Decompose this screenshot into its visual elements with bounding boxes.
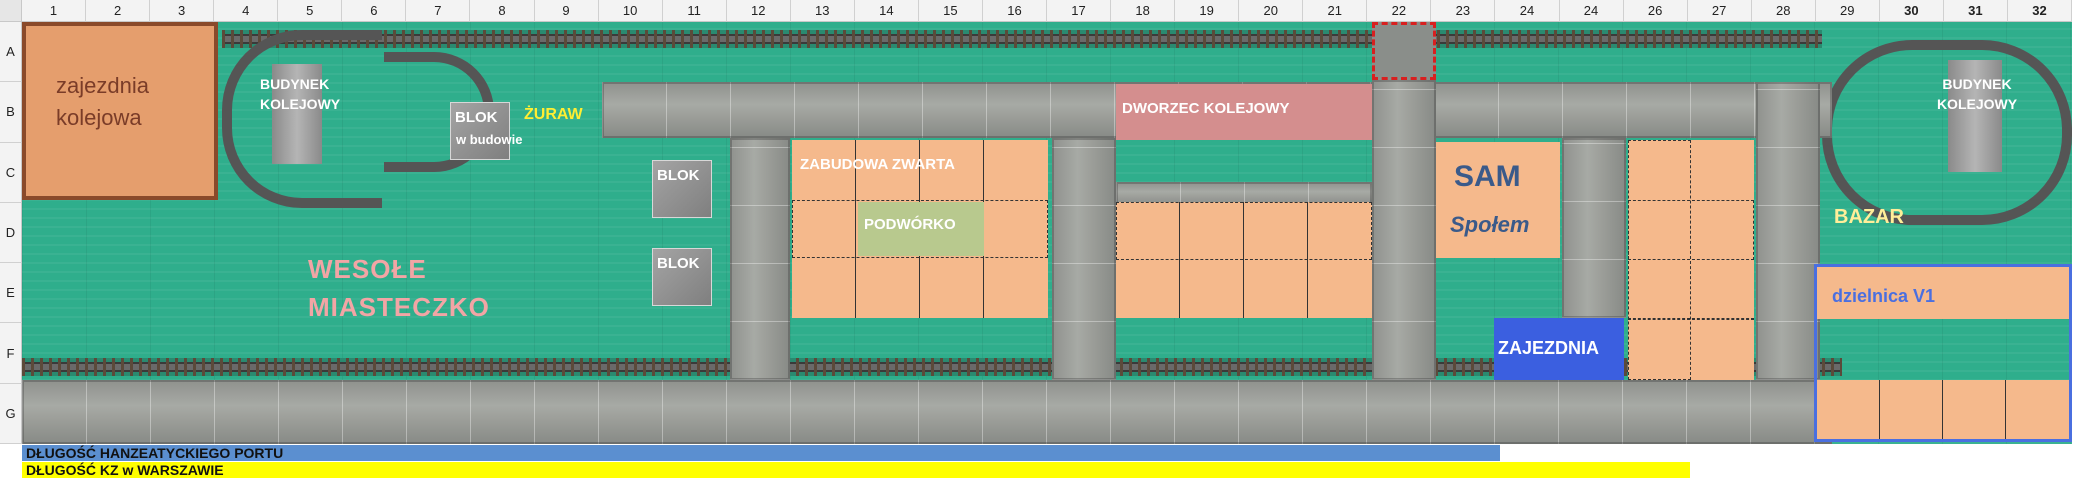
- plots-block-26-27-grid-v: [1628, 140, 1691, 380]
- road-col-22: [1372, 80, 1436, 380]
- column-header[interactable]: 23: [1431, 0, 1496, 22]
- column-header[interactable]: 8: [470, 0, 535, 22]
- row-header[interactable]: D: [0, 202, 22, 264]
- column-header[interactable]: 29: [1815, 0, 1880, 22]
- city-map[interactable]: zajezdnia kolejowa BUDYNEK KOLEJOWY BLOK…: [22, 22, 2072, 444]
- sam-store-sub: Społem: [1450, 212, 1530, 237]
- column-header[interactable]: 26: [1623, 0, 1688, 22]
- road-col-12: [730, 138, 790, 380]
- amusement-park-label-1: WESOŁE: [308, 254, 427, 284]
- select-all-corner[interactable]: [0, 0, 22, 22]
- column-header[interactable]: 14: [854, 0, 919, 22]
- road-row-g: [22, 380, 1832, 444]
- legend-kz-warsaw: DŁUGOŚĆ KZ w WARSZAWIE: [22, 462, 1690, 478]
- column-header[interactable]: 12: [726, 0, 791, 22]
- block-2-label: BLOK: [657, 255, 700, 272]
- railway-track-top: [222, 30, 1822, 48]
- block-1-label: BLOK: [657, 167, 700, 184]
- column-header[interactable]: 13: [790, 0, 855, 22]
- column-header[interactable]: 27: [1687, 0, 1752, 22]
- column-header[interactable]: 28: [1751, 0, 1816, 22]
- column-header[interactable]: 10: [598, 0, 663, 22]
- column-header[interactable]: 24: [1559, 0, 1624, 22]
- column-header[interactable]: 7: [406, 0, 471, 22]
- plots-block-26-27-grid-h1: [1628, 200, 1754, 260]
- rail-loop-right: [1822, 40, 2072, 225]
- plots-block-18-21-grid: [1116, 202, 1372, 260]
- block-in-construction-sub: w budowie: [456, 132, 523, 147]
- road-col-28: [1756, 82, 1820, 380]
- column-header[interactable]: 21: [1303, 0, 1368, 22]
- column-header[interactable]: 1: [22, 0, 87, 22]
- block-2[interactable]: BLOK: [652, 248, 712, 306]
- block-in-construction[interactable]: BLOK: [450, 102, 510, 160]
- spreadsheet: 1 2 3 4 5 6 7 8 9 10 11 12 13 14 15 16 17 18 19 20 21 22 23 24 2…: [0, 0, 2084, 496]
- railway-depot-label: zajezdnia kolejowa: [56, 73, 149, 130]
- legend-hanseatic-port-label: DŁUGOŚĆ HANZEATYCKIEGO PORTU: [26, 445, 284, 461]
- column-header[interactable]: 24: [1495, 0, 1560, 22]
- legend-kz-warsaw-label: DŁUGOŚĆ KZ w WARSZAWIE: [26, 462, 224, 478]
- column-header[interactable]: 4: [214, 0, 279, 22]
- column-header[interactable]: 20: [1239, 0, 1304, 22]
- block-in-construction-label: BLOK: [455, 109, 498, 126]
- column-header[interactable]: 9: [534, 0, 599, 22]
- column-header[interactable]: 2: [86, 0, 151, 22]
- district-v1-label: dzielnica V1: [1832, 286, 1936, 306]
- amusement-park-label-2: MIASTECZKO: [308, 292, 490, 322]
- column-header[interactable]: 5: [278, 0, 343, 22]
- row-header[interactable]: C: [0, 142, 22, 203]
- row-header[interactable]: A: [0, 22, 22, 83]
- road-col-17: [1052, 138, 1116, 380]
- row-header[interactable]: B: [0, 82, 22, 143]
- sam-store-label: SAM: [1454, 160, 1521, 193]
- district-v1-plots-bottom: [1817, 380, 2069, 439]
- row-header[interactable]: E: [0, 263, 22, 324]
- courtyard-label: PODWÓRKO: [864, 216, 956, 233]
- column-header[interactable]: 6: [342, 0, 407, 22]
- crane-label: ŻURAW: [524, 106, 583, 123]
- column-header[interactable]: 31: [1943, 0, 2008, 22]
- rail-crossing-marker: [1372, 22, 1436, 80]
- column-header[interactable]: 22: [1367, 0, 1432, 22]
- station-building-left-label: BUDYNEK KOLEJOWY: [260, 76, 341, 112]
- column-header[interactable]: 15: [918, 0, 983, 22]
- column-header[interactable]: 30: [1879, 0, 1944, 22]
- tram-depot-label: ZAJEZDNIA: [1498, 338, 1600, 358]
- railway-station-label: DWORZEC KOLEJOWY: [1122, 100, 1290, 117]
- column-header[interactable]: 17: [1047, 0, 1112, 22]
- column-header[interactable]: 3: [150, 0, 215, 22]
- plots-block-26-27-grid-h2: [1628, 318, 1754, 320]
- row-header[interactable]: F: [0, 323, 22, 384]
- legend-hanseatic-port: DŁUGOŚĆ HANZEATYCKIEGO PORTU: [22, 445, 1500, 461]
- column-header[interactable]: 16: [982, 0, 1047, 22]
- row-header[interactable]: G: [0, 383, 22, 444]
- column-header[interactable]: 32: [2007, 0, 2072, 22]
- road-col-24: [1562, 138, 1626, 318]
- column-header[interactable]: 19: [1175, 0, 1240, 22]
- column-header[interactable]: 11: [662, 0, 727, 22]
- bazaar-label: BAZAR: [1834, 206, 1904, 228]
- block-1[interactable]: BLOK: [652, 160, 712, 218]
- station-building-right-label: BUDYNEK KOLEJOWY: [1936, 76, 2018, 112]
- dense-buildings-label: ZABUDOWA ZWARTA: [800, 156, 955, 173]
- column-header[interactable]: 18: [1111, 0, 1176, 22]
